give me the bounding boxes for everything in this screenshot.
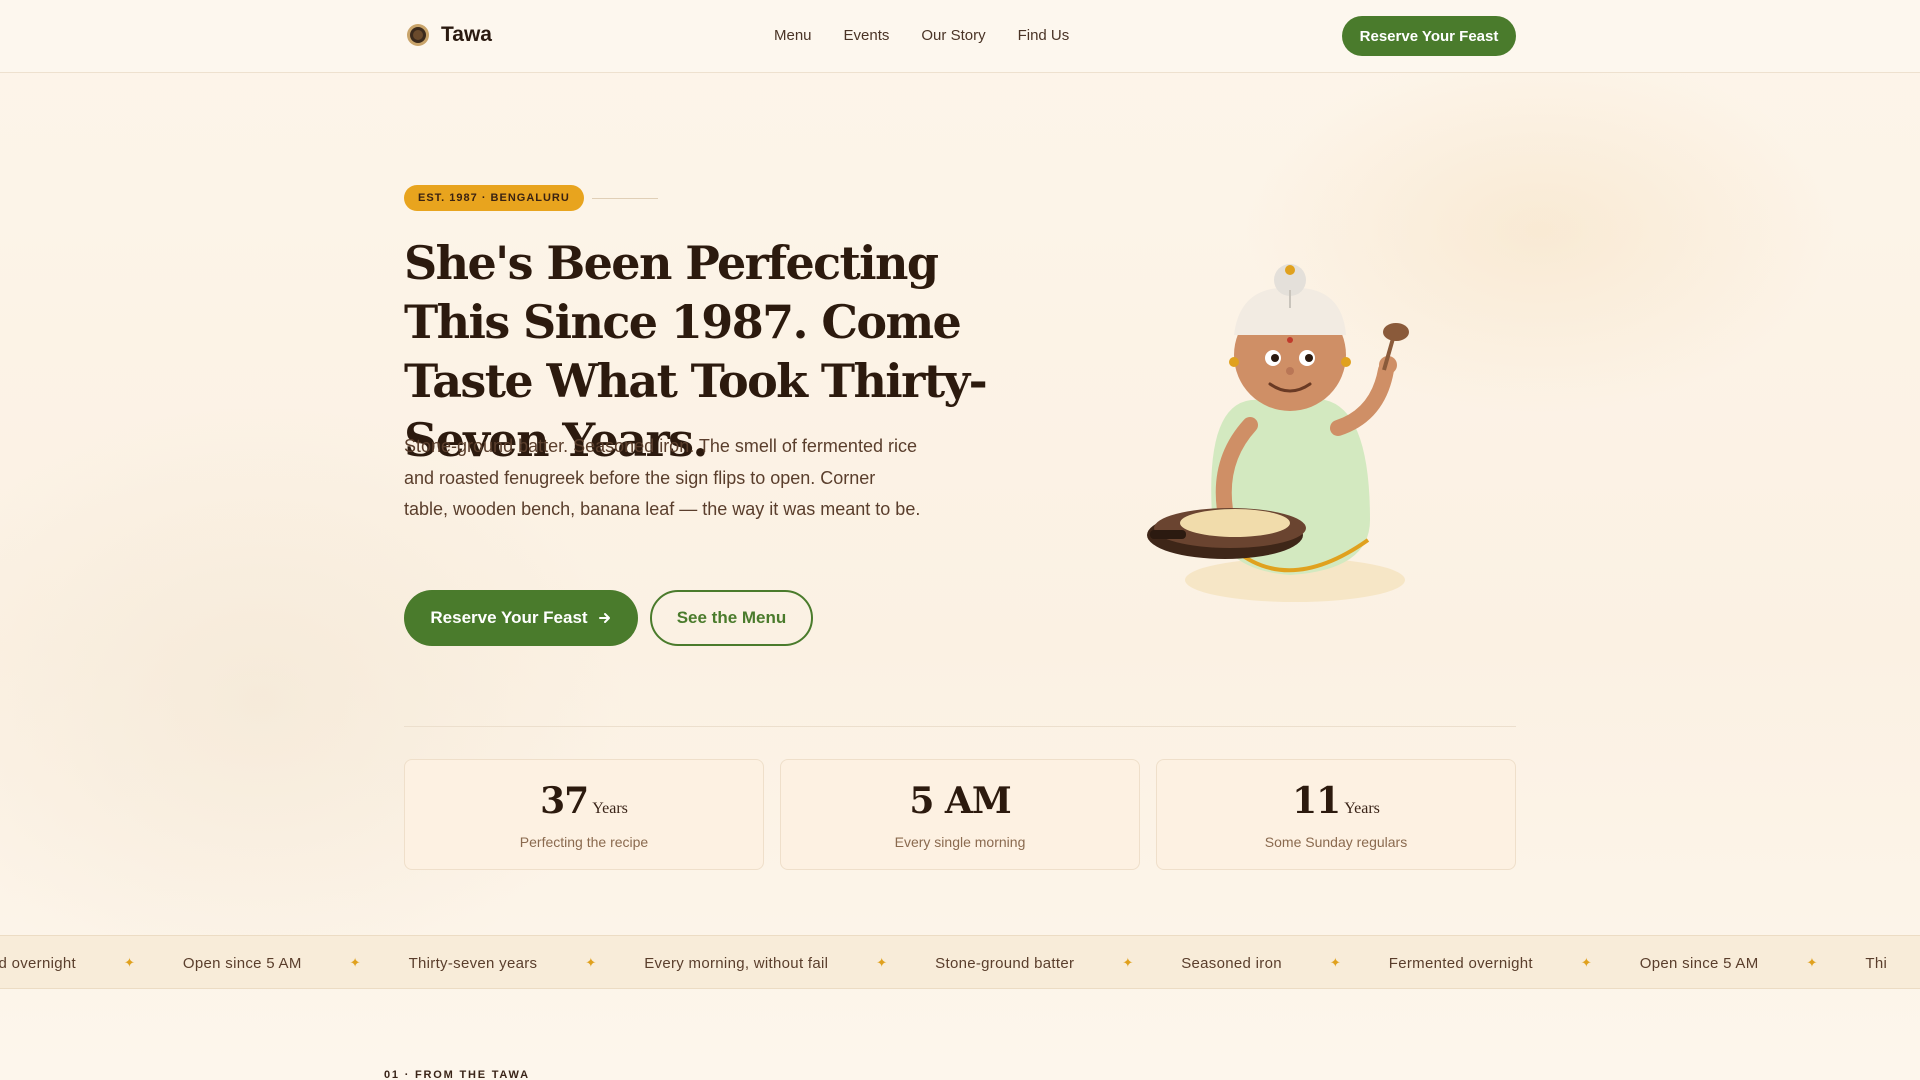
star-separator-icon: ✦ — [585, 955, 597, 970]
nav-link-menu[interactable]: Menu — [774, 27, 812, 44]
marquee-ticker: rmented overnight ✦ Open since 5 AM ✦ Th… — [0, 935, 1920, 989]
ticker-item: Fermented overnight — [1388, 954, 1533, 972]
hero-reserve-label: Reserve Your Feast — [430, 608, 588, 627]
hero-reserve-button[interactable]: Reserve Your Feast — [404, 590, 638, 646]
star-separator-icon: ✦ — [349, 955, 361, 970]
ticker-item: Seasoned iron — [1181, 954, 1282, 972]
star-separator-icon: ✦ — [124, 955, 135, 970]
stat-card-regulars: 11 Years Some Sunday regulars — [1156, 759, 1516, 870]
star-separator-icon: ✦ — [1580, 955, 1592, 970]
stat-label: Every single morning — [894, 833, 1026, 850]
stat-card-morning: 5 AM Every single morning — [780, 759, 1140, 870]
stats-row: 37 Years Perfecting the recipe 5 AM Ever… — [404, 759, 1516, 870]
nav-links: Menu Events Our Story Find Us — [774, 27, 1069, 44]
stat-card-years: 37 Years Perfecting the recipe — [404, 759, 764, 870]
badge-divider-line — [591, 197, 658, 199]
nav-reserve-button[interactable]: Reserve Your Feast — [1342, 16, 1516, 56]
grandmother-cook-illustration — [1147, 264, 1409, 602]
ticker-item: Thirty-seven years — [408, 954, 538, 972]
ticker-item: rmented overnight — [0, 954, 77, 972]
stat-value: 5 AM — [909, 779, 1011, 822]
stat-label: Perfecting the recipe — [519, 833, 649, 850]
established-badge-row: EST. 1987 · BENGALURU — [404, 185, 658, 211]
hero-subtitle: Stone-ground batter. Seasoned iron. The … — [404, 436, 921, 519]
star-separator-icon: ✦ — [1329, 955, 1341, 970]
see-menu-button[interactable]: See the Menu — [650, 590, 813, 646]
nav-link-our-story[interactable]: Our Story — [921, 27, 985, 44]
brand-name: Tawa — [441, 23, 492, 46]
star-separator-icon: ✦ — [1806, 955, 1818, 970]
stat-unit: Years — [1344, 799, 1380, 817]
nav-link-events[interactable]: Events — [844, 27, 890, 44]
star-separator-icon: ✦ — [1122, 955, 1134, 970]
stats-divider — [404, 726, 1516, 727]
stat-unit: Years — [592, 799, 628, 817]
ticker-item: Open since 5 AM — [182, 954, 302, 972]
nav-link-find-us[interactable]: Find Us — [1018, 27, 1070, 44]
stat-value: 37 — [540, 779, 589, 822]
star-separator-icon: ✦ — [876, 955, 888, 970]
stat-value-row: 5 AM — [909, 779, 1011, 822]
top-nav: Tawa Menu Events Our Story Find Us Reser… — [0, 0, 1920, 73]
page-background — [0, 0, 1920, 1080]
section-label-from-the-tawa: 01 · FROM THE TAWA — [384, 1069, 530, 1080]
stat-value-row: 11 Years — [1292, 780, 1380, 822]
ticker-item: Every morning, without fail — [644, 954, 829, 972]
ticker-item: Thi — [1865, 954, 1888, 972]
established-badge: EST. 1987 · BENGALURU — [404, 185, 584, 211]
arrow-right-icon — [598, 613, 610, 623]
brand[interactable]: Tawa — [405, 22, 492, 48]
ticker-item: Stone-ground batter — [935, 954, 1075, 972]
ticker-track: rmented overnight ✦ Open since 5 AM ✦ Th… — [0, 936, 1888, 988]
ticker-item: Open since 5 AM — [1639, 954, 1759, 972]
stat-value: 11 — [1292, 779, 1341, 822]
stat-label: Some Sunday regulars — [1264, 833, 1408, 850]
stat-value-row: 37 Years — [540, 780, 628, 822]
tawa-logo-icon — [407, 24, 429, 46]
